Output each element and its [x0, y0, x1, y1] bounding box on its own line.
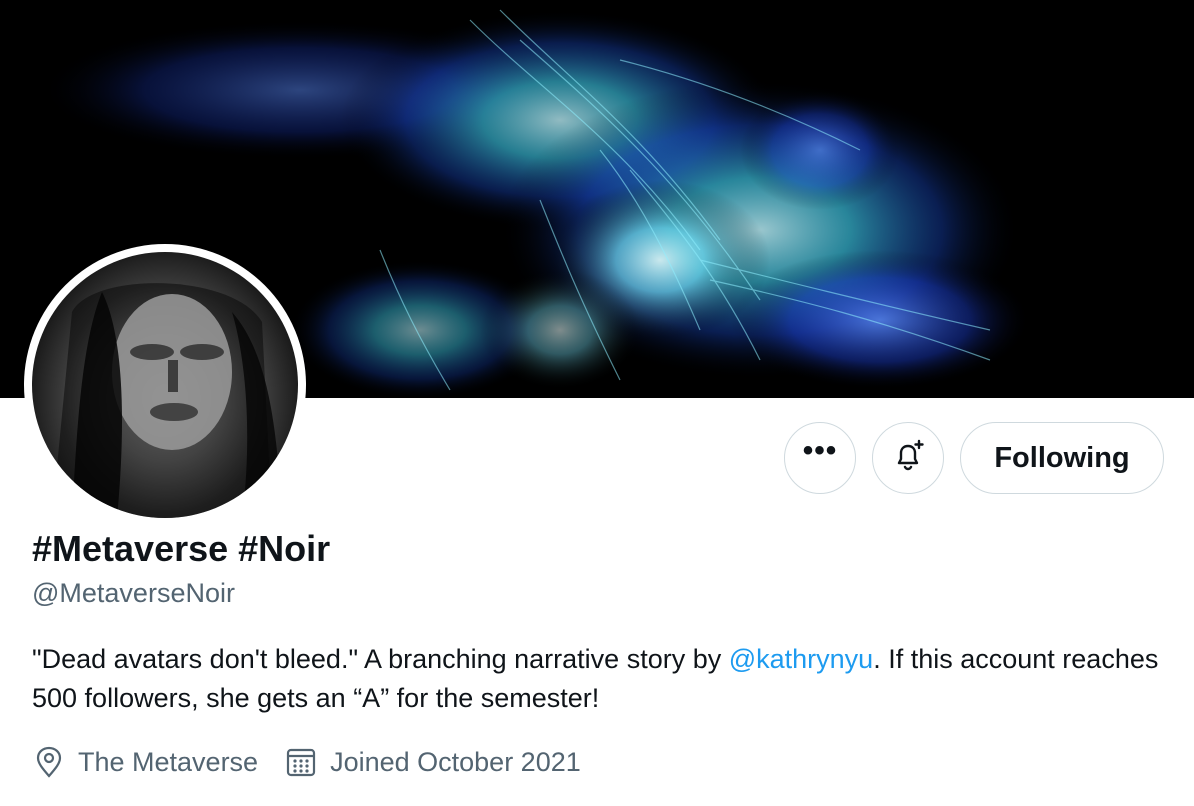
- profile-meta: The Metaverse Joined October 2021: [32, 742, 607, 782]
- more-horizontal-icon: •••: [802, 434, 838, 467]
- joined-text: Joined October 2021: [330, 746, 581, 777]
- location-pin-icon: [32, 745, 66, 779]
- location-item: The Metaverse: [32, 745, 258, 779]
- following-button[interactable]: Following: [960, 422, 1164, 494]
- more-options-button[interactable]: •••: [784, 422, 856, 494]
- user-handle: @MetaverseNoir: [32, 578, 235, 608]
- profile-bio: "Dead avatars don't bleed." A branching …: [32, 640, 1162, 718]
- display-name: #Metaverse #Noir: [32, 528, 331, 569]
- bio-mention-link[interactable]: @kathrynyu: [729, 644, 873, 674]
- notifications-button[interactable]: [872, 422, 944, 494]
- location-text: The Metaverse: [78, 746, 259, 777]
- avatar-image: [32, 252, 298, 518]
- calendar-icon: [284, 745, 318, 779]
- bio-text: "Dead avatars don't bleed." A branching …: [32, 644, 729, 674]
- profile-avatar[interactable]: [24, 244, 306, 526]
- bell-plus-icon: [890, 438, 926, 479]
- joined-item: Joined October 2021: [284, 745, 581, 779]
